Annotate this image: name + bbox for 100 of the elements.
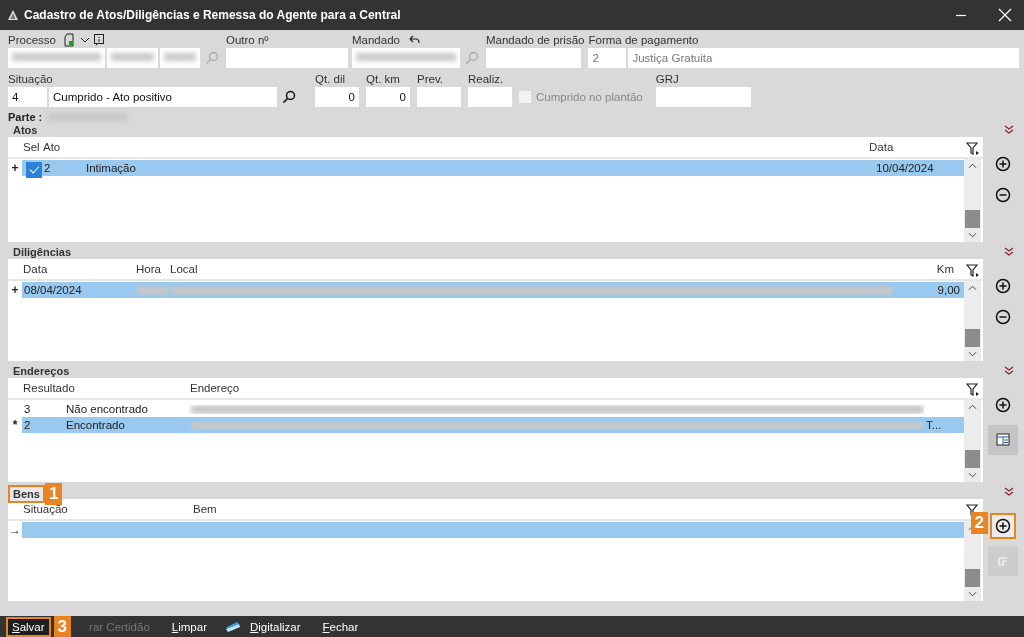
redacted-text — [164, 53, 196, 61]
scanner-icon[interactable] — [224, 620, 241, 633]
scrollbar-thumb[interactable] — [965, 329, 980, 347]
info-icon[interactable] — [93, 34, 104, 46]
scrollbar[interactable] — [964, 281, 981, 361]
search-icon[interactable] — [282, 90, 296, 104]
column-header[interactable]: Km — [936, 263, 954, 275]
scrollbar-thumb[interactable] — [965, 569, 980, 587]
field-label: Mandado de prisão — [486, 33, 585, 48]
app-logo-icon — [7, 9, 19, 21]
scroll-down-icon[interactable] — [968, 351, 977, 357]
row-marker: * — [12, 418, 18, 432]
row-marker: + — [11, 161, 19, 175]
column-header[interactable]: Resultado — [23, 382, 75, 394]
field-label: Processo — [8, 33, 56, 48]
scrollbar-thumb[interactable] — [965, 450, 980, 468]
column-header[interactable]: Situação — [23, 503, 68, 515]
toolbar-button[interactable]: Fechar — [318, 618, 363, 635]
payment-method-field[interactable]: Justiça Gratuita — [628, 48, 1019, 68]
field-label: Qt. dil — [315, 72, 347, 87]
column-header[interactable]: Ato — [43, 141, 61, 153]
table-row[interactable]: 3 Não encontrado — [22, 401, 964, 417]
process-number-field[interactable] — [8, 48, 105, 68]
column-header[interactable]: Sel — [23, 141, 40, 153]
status-code-field[interactable]: 4 — [8, 87, 47, 107]
table-view-icon[interactable] — [988, 425, 1018, 455]
section-title: Endereços — [12, 364, 71, 377]
filter-icon[interactable] — [966, 264, 980, 278]
row-marker: + — [11, 283, 19, 297]
filter-icon[interactable] — [966, 383, 980, 397]
collapse-icon[interactable] — [1003, 486, 1015, 497]
callout-number: 1 — [44, 482, 63, 505]
collapse-icon[interactable] — [1003, 246, 1015, 257]
warrant-field[interactable] — [352, 48, 460, 68]
close-icon[interactable] — [998, 8, 1012, 22]
column-header[interactable]: Data — [23, 263, 48, 275]
field-label: Realiz. — [468, 72, 505, 87]
table-cell: 9,00 — [937, 284, 960, 296]
section-title: Diligências — [12, 245, 73, 258]
toolbar-button[interactable]: Limpar — [167, 618, 211, 635]
table-row[interactable]: 2 Intimação 10/04/2024 — [22, 160, 964, 176]
collapse-icon[interactable] — [1003, 124, 1015, 135]
table-cell: Encontrado — [66, 419, 125, 431]
collapse-icon[interactable] — [1003, 365, 1015, 376]
table-row[interactable]: 08/04/2024 9,00 — [22, 282, 964, 298]
undo-arrow-icon[interactable] — [407, 35, 420, 45]
redacted-text — [137, 285, 169, 295]
process-number-field[interactable] — [160, 48, 200, 68]
date-field[interactable] — [468, 87, 512, 107]
table-cell: T... — [926, 419, 942, 431]
filter-icon[interactable] — [966, 142, 980, 156]
column-header[interactable]: Hora — [136, 263, 161, 275]
column-header[interactable]: Bem — [193, 503, 217, 515]
scrollbar-thumb[interactable] — [965, 210, 980, 228]
column-header[interactable]: Data — [869, 141, 894, 153]
km-field[interactable]: 0 — [366, 87, 410, 107]
callout-number: 3 — [53, 615, 72, 637]
field-label: Prev. — [417, 72, 444, 87]
table-cell: 08/04/2024 — [24, 284, 82, 296]
scroll-up-icon[interactable] — [968, 404, 977, 410]
window-title: Cadastro de Atos/Diligências e Remessa do Agente para a Central — [24, 8, 401, 22]
other-number-field[interactable] — [226, 48, 348, 68]
checkbox[interactable] — [26, 161, 42, 178]
field-label: Qt. km — [366, 72, 401, 87]
scrollbar[interactable] — [964, 400, 981, 482]
table-row[interactable]: 2 Encontrado T... — [22, 417, 964, 433]
field-label: GRJ — [655, 72, 680, 87]
party-label: Parte : — [8, 110, 43, 123]
table-cell: 3 — [24, 403, 31, 415]
scroll-down-icon[interactable] — [968, 232, 977, 238]
toolbar-button[interactable]: Digitalizar — [245, 618, 305, 635]
section-title: Bens — [8, 484, 45, 503]
toolbar-button[interactable]: Salvar — [8, 618, 49, 635]
row-marker: → — [9, 523, 21, 537]
document-icon[interactable] — [63, 33, 76, 47]
scroll-up-icon[interactable] — [968, 163, 977, 169]
date-field[interactable] — [417, 87, 461, 107]
redacted-text — [111, 53, 154, 61]
arrest-warrant-field[interactable] — [486, 48, 581, 68]
table-cell: Intimação — [86, 162, 136, 174]
chevron-down-icon[interactable] — [79, 37, 90, 43]
quantity-field[interactable]: 0 — [315, 87, 359, 107]
grj-field[interactable] — [655, 87, 751, 107]
scroll-down-icon[interactable] — [968, 472, 977, 478]
table-cell: 2 — [24, 419, 31, 431]
section-title: Atos — [12, 123, 39, 136]
field-label: Outro nº — [226, 33, 270, 48]
table-cell: 10/04/2024 — [876, 162, 934, 174]
checkbox-label: Cumprido no plantão — [536, 91, 643, 103]
process-number-field[interactable] — [107, 48, 158, 68]
scrollbar[interactable] — [964, 159, 981, 242]
add-icon[interactable] — [992, 515, 1014, 537]
field-label: Situação — [8, 72, 54, 87]
scroll-down-icon[interactable] — [968, 591, 977, 597]
column-header[interactable]: Endereço — [190, 382, 240, 394]
table-cell: 2 — [44, 162, 51, 174]
payment-code-field[interactable]: 2 — [588, 48, 627, 68]
status-field[interactable]: Cumprido - Ato positivo — [49, 87, 277, 107]
column-header[interactable]: Local — [170, 263, 198, 275]
scroll-up-icon[interactable] — [968, 285, 977, 291]
